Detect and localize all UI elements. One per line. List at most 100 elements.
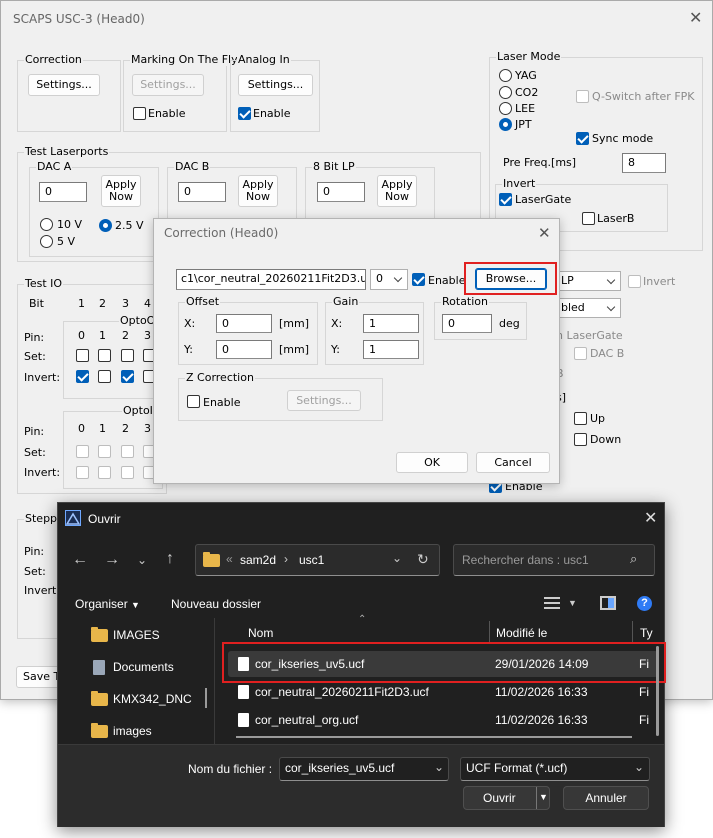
gain-x-input[interactable]: 1 xyxy=(363,314,419,333)
set-checkbox[interactable] xyxy=(98,349,111,362)
correction-settings-button[interactable]: Settings... xyxy=(28,74,100,96)
lp-apply-button[interactable]: Apply Now xyxy=(377,175,417,207)
up-checkbox[interactable] xyxy=(574,412,587,425)
horizontal-scrollbar[interactable] xyxy=(236,736,632,738)
new-folder-button[interactable]: Nouveau dossier xyxy=(171,597,261,611)
back-arrow-icon[interactable]: ← xyxy=(72,551,88,569)
dac-a-25v-radio[interactable] xyxy=(99,219,112,232)
view-chevron-down-icon[interactable]: ▼ xyxy=(568,598,577,608)
down-checkbox[interactable] xyxy=(574,433,587,446)
gain-y-input[interactable]: 1 xyxy=(363,340,419,359)
open-button[interactable]: Ouvrir ▼ xyxy=(463,786,550,810)
search-icon[interactable]: ⌕ xyxy=(630,551,637,567)
laser-mode-yag-radio[interactable] xyxy=(499,69,512,82)
invert-laserb-checkbox[interactable] xyxy=(582,212,595,225)
help-icon[interactable]: ? xyxy=(637,596,652,611)
forward-arrow-icon[interactable]: → xyxy=(104,551,120,569)
set-checkbox[interactable] xyxy=(121,349,134,362)
chevron-down-icon[interactable]: ⌄ xyxy=(634,760,644,774)
dac-a-5v-radio[interactable] xyxy=(40,235,53,248)
laser-mode-jpt-radio[interactable] xyxy=(499,118,512,131)
file-row[interactable]: cor_neutral_20260211Fit2D3.ucf 11/02/202… xyxy=(228,679,658,705)
breadcrumb-usc1[interactable]: usc1 xyxy=(299,553,324,567)
open-split-chevron-down-icon[interactable]: ▼ xyxy=(536,787,550,809)
dac-b-apply-button[interactable]: Apply Now xyxy=(238,175,278,207)
set-checkbox[interactable] xyxy=(76,349,89,362)
dac-a-input[interactable]: 0 xyxy=(39,182,87,202)
vertical-scrollbar[interactable] xyxy=(656,646,659,736)
preview-pane-icon[interactable] xyxy=(600,596,616,610)
column-modified-header[interactable]: Modifié le xyxy=(496,626,547,640)
chevron-down-icon[interactable]: ⌄ xyxy=(434,760,444,774)
offset-y-input[interactable]: 0 xyxy=(216,340,272,359)
close-icon[interactable]: ✕ xyxy=(689,10,703,26)
invert-checkbox[interactable] xyxy=(121,370,134,383)
dac-a-apply-button[interactable]: Apply Now xyxy=(101,175,141,207)
address-chevron-down-icon[interactable]: ⌄ xyxy=(392,551,402,565)
search-input[interactable]: Rechercher dans : usc1 ⌕ xyxy=(453,544,655,576)
correction-enable-checkbox[interactable] xyxy=(412,273,425,286)
right-abled-dropdown[interactable]: bled xyxy=(556,298,621,318)
bit-2: 2 xyxy=(99,297,106,310)
organize-button[interactable]: Organiser ▼ xyxy=(75,597,140,611)
refresh-icon[interactable]: ↻ xyxy=(417,551,429,568)
invert-checkbox[interactable] xyxy=(76,370,89,383)
up-arrow-icon[interactable]: ↑ xyxy=(166,550,174,568)
recent-chevron-down-icon[interactable]: ⌄ xyxy=(137,553,147,567)
stepper-set-label: Set: xyxy=(24,565,46,578)
file-row[interactable]: cor_neutral_org.ucf 11/02/2026 16:33 Fi xyxy=(228,707,658,733)
nav-scrollbar[interactable] xyxy=(205,688,207,708)
right-dacb-checkbox[interactable] xyxy=(574,347,587,360)
nav-item-images[interactable]: IMAGES xyxy=(58,618,208,650)
rotation-input[interactable]: 0 xyxy=(442,314,492,333)
analog-group-label: Analog In xyxy=(237,53,291,66)
filename-input[interactable]: cor_ikseries_uv5.ucf ⌄ xyxy=(279,757,449,781)
analog-enable-checkbox[interactable] xyxy=(238,107,251,120)
invert-lasergate-checkbox[interactable] xyxy=(499,193,512,206)
file-type-filter[interactable]: UCF Format (*.ucf) ⌄ xyxy=(460,757,650,781)
close-icon[interactable]: ✕ xyxy=(538,224,551,242)
breadcrumb-sam2d[interactable]: sam2d xyxy=(240,553,276,567)
nav-item-images-lower[interactable]: images xyxy=(58,714,208,744)
view-options-icon[interactable] xyxy=(544,597,560,609)
lp-input[interactable]: 0 xyxy=(317,182,365,202)
laser-mode-lee-label: LEE xyxy=(515,102,536,115)
address-bar[interactable]: « sam2d › usc1 ⌄ ↻ xyxy=(195,544,440,576)
column-name-header[interactable]: Nom xyxy=(248,626,273,640)
laser-mode-lee-radio[interactable] xyxy=(499,102,512,115)
prefreq-input[interactable]: 8 xyxy=(622,153,666,173)
dac-b-input[interactable]: 0 xyxy=(178,182,226,202)
offset-y-unit: [mm] xyxy=(279,343,310,356)
correction-table-dropdown[interactable]: 0 xyxy=(370,269,408,290)
rotation-unit: deg xyxy=(499,317,520,330)
marking-settings-button[interactable]: Settings... xyxy=(132,74,204,96)
cancel-button[interactable]: Cancel xyxy=(476,452,550,473)
stepper-invert-label: Invert: xyxy=(24,584,61,597)
in-invert-checkbox[interactable] xyxy=(98,466,111,479)
qswitch-checkbox[interactable] xyxy=(576,90,589,103)
in-invert-checkbox[interactable] xyxy=(121,466,134,479)
nav-item-documents[interactable]: Documents xyxy=(58,650,208,682)
column-type-header[interactable]: Ty xyxy=(640,626,653,640)
in-set-checkbox[interactable] xyxy=(98,445,111,458)
z-settings-button[interactable]: Settings... xyxy=(287,390,361,411)
nav-item-kmx342-dnc[interactable]: KMX342_DNC xyxy=(58,682,208,714)
dac-a-10v-radio[interactable] xyxy=(40,218,53,231)
z-enable-checkbox[interactable] xyxy=(187,395,200,408)
rotation-label: Rotation xyxy=(441,295,490,308)
in-set-checkbox[interactable] xyxy=(121,445,134,458)
offset-x-input[interactable]: 0 xyxy=(216,314,272,333)
right-lp-dropdown[interactable]: LP xyxy=(556,271,621,291)
in-invert-checkbox[interactable] xyxy=(76,466,89,479)
correction-file-input[interactable]: c1\cor_neutral_20260211Fit2D3.ucf xyxy=(176,269,366,290)
right-invert-checkbox[interactable] xyxy=(628,275,641,288)
analog-settings-button[interactable]: Settings... xyxy=(238,74,313,96)
sync-mode-checkbox[interactable] xyxy=(576,132,589,145)
in-set-checkbox[interactable] xyxy=(76,445,89,458)
marking-enable-checkbox[interactable] xyxy=(133,107,146,120)
close-icon[interactable]: ✕ xyxy=(644,508,657,528)
laser-mode-co2-radio[interactable] xyxy=(499,86,512,99)
ok-button[interactable]: OK xyxy=(396,452,468,473)
cancel-button[interactable]: Annuler xyxy=(563,786,649,810)
invert-checkbox[interactable] xyxy=(98,370,111,383)
